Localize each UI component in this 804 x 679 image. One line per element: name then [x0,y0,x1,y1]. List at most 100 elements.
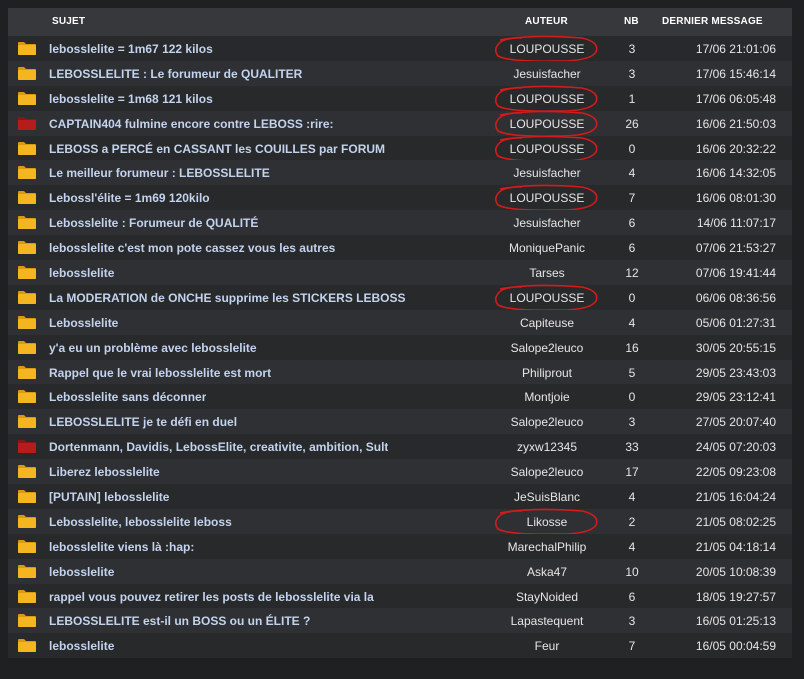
topic-row[interactable]: [PUTAIN] lebosslelite JeSuisBlanc 4 21/05 1… [8,484,792,509]
topic-subject-link[interactable]: Lebossl'élite = 1m69 120kilo [49,191,210,205]
topic-author[interactable]: MoniquePanic [496,241,598,255]
topic-last-message-date[interactable]: 27/05 20:07:40 [656,415,776,429]
topic-row[interactable]: La MODERATION de ONCHE supprime les STIC… [8,284,792,311]
topic-last-message-date[interactable]: 16/05 00:04:59 [656,639,776,653]
topic-subject-link[interactable]: lebosslelite = 1m68 121 kilos [49,92,213,106]
topic-last-message-date[interactable]: 24/05 07:20:03 [656,440,776,454]
topic-subject-link[interactable]: Lebosslelite sans déconner [49,390,206,404]
topic-row[interactable]: lebosslelite Feur 7 16/05 00:04:59 [8,633,792,659]
topic-last-message-date[interactable]: 14/06 11:07:17 [656,216,776,230]
topic-author[interactable]: zyxw12345 [496,440,598,454]
topic-last-message-date[interactable]: 16/05 01:25:13 [656,614,776,628]
topic-subject-link[interactable]: lebosslelite viens là :hap: [49,540,194,554]
topic-row[interactable]: Lebossl'élite = 1m69 120kilo LOUPOUSSE 7 16… [8,184,792,212]
topic-row[interactable]: Lebosslelite sans déconner Montjoie 0 29/05… [8,384,792,410]
topic-subject-link[interactable]: lebosslelite [49,639,114,653]
topic-row[interactable]: Lebosslelite, lebosslelite leboss Likosse… [8,508,792,535]
topic-last-message-date[interactable]: 22/05 09:23:08 [656,465,776,479]
topic-last-message-date[interactable]: 17/06 06:05:48 [656,92,776,106]
topic-subject-link[interactable]: lebosslelite = 1m67 122 kilos [49,42,213,56]
topic-row[interactable]: lebosslelite Tarses 12 07/06 19:41:44 [8,260,792,285]
topic-author[interactable]: Lapastequent [496,614,598,628]
topic-last-message-date[interactable]: 30/05 20:55:15 [656,341,776,355]
topic-row[interactable]: Liberez lebosslelite Salope2leuco 17 22/05 … [8,459,792,485]
topic-author[interactable]: Salope2leuco [496,341,598,355]
topic-author[interactable]: Likosse [496,515,598,529]
topic-author[interactable]: Salope2leuco [496,415,598,429]
topic-subject-link[interactable]: y'a eu un problème avec lebosslelite [49,341,257,355]
topic-last-message-date[interactable]: 16/06 08:01:30 [656,191,776,205]
topic-subject-link[interactable]: Lebosslelite [49,316,118,330]
topic-last-message-date[interactable]: 17/06 15:46:14 [656,67,776,81]
topic-last-message-date[interactable]: 29/05 23:12:41 [656,390,776,404]
topic-row[interactable]: lebosslelite viens là :hap: MarechalPhili… [8,533,792,559]
topic-subject-link[interactable]: LEBOSSLELITE je te défi en duel [49,415,237,429]
topic-subject-link[interactable]: LEBOSS a PERCÉ en CASSANT les COUILLES p… [49,142,385,156]
topic-subject-link[interactable]: Lebosslelite, lebosslelite leboss [49,515,232,529]
topic-row[interactable]: Le meilleur forumeur : LEBOSSLELITE Jesui… [8,160,792,186]
topic-subject-link[interactable]: Dortenmann, Davidis, LebossElite, creati… [49,440,388,454]
topic-author[interactable]: JeSuisBlanc [496,490,598,504]
topic-subject-link[interactable]: lebosslelite c'est mon pote cassez vous … [49,241,335,255]
topic-author[interactable]: MarechalPhilip [496,540,598,554]
topic-author[interactable]: LOUPOUSSE [496,291,598,305]
topic-last-message-date[interactable]: 20/05 10:08:39 [656,565,776,579]
topic-author[interactable]: StayNoided [496,590,598,604]
topic-row[interactable]: Dortenmann, Davidis, LebossElite, creati… [8,434,792,460]
topic-author[interactable]: Salope2leuco [496,465,598,479]
topic-subject-link[interactable]: Liberez lebosslelite [49,465,160,479]
topic-last-message-date[interactable]: 05/06 01:27:31 [656,316,776,330]
topic-author[interactable]: LOUPOUSSE [496,142,598,156]
topic-row[interactable]: lebosslelite = 1m68 121 kilos LOUPOUSSE 1 1… [8,85,792,112]
topic-row[interactable]: LEBOSS a PERCÉ en CASSANT les COUILLES p… [8,135,792,162]
topic-subject-link[interactable]: La MODERATION de ONCHE supprime les STIC… [49,291,406,305]
topic-author[interactable]: Capiteuse [496,316,598,330]
topic-row[interactable]: Lebosslelite : Forumeur de QUALITÉ Jesuis… [8,210,792,236]
topic-row[interactable]: y'a eu un problème avec lebosslelite Salo… [8,334,792,360]
topic-last-message-date[interactable]: 18/05 19:27:57 [656,590,776,604]
topic-last-message-date[interactable]: 21/05 04:18:14 [656,540,776,554]
topic-row[interactable]: LEBOSSLELITE : Le forumeur de QUALITER Je… [8,60,792,86]
topic-last-message-date[interactable]: 17/06 21:01:06 [656,42,776,56]
topic-author[interactable]: Feur [496,639,598,653]
topic-author[interactable]: LOUPOUSSE [496,92,598,106]
topic-last-message-date[interactable]: 29/05 23:43:03 [656,366,776,380]
topic-subject-link[interactable]: Lebosslelite : Forumeur de QUALITÉ [49,216,258,230]
topic-last-message-date[interactable]: 21/05 08:02:25 [656,515,776,529]
topic-last-message-date[interactable]: 06/06 08:36:56 [656,291,776,305]
topic-last-message-date[interactable]: 16/06 20:32:22 [656,142,776,156]
topic-author[interactable]: Philiprout [496,366,598,380]
topic-author[interactable]: Jesuisfacher [496,216,598,230]
topic-row[interactable]: LEBOSSLELITE je te défi en duel Salope2le… [8,409,792,435]
topic-subject-link[interactable]: lebosslelite [49,266,114,280]
topic-author[interactable]: Jesuisfacher [496,166,598,180]
topic-row[interactable]: lebosslelite c'est mon pote cassez vous … [8,235,792,261]
topic-author[interactable]: Aska47 [496,565,598,579]
topic-row[interactable]: lebosslelite Aska47 10 20/05 10:08:39 [8,558,792,584]
topic-subject-link[interactable]: CAPTAIN404 fulmine encore contre LEBOSS … [49,117,334,131]
topic-author[interactable]: Jesuisfacher [496,67,598,81]
topic-row[interactable]: rappel vous pouvez retirer les posts de … [8,583,792,609]
topic-last-message-date[interactable]: 16/06 14:32:05 [656,166,776,180]
topic-last-message-date[interactable]: 07/06 19:41:44 [656,266,776,280]
topic-subject-link[interactable]: Le meilleur forumeur : LEBOSSLELITE [49,166,270,180]
topic-author[interactable]: LOUPOUSSE [496,117,598,131]
topic-row[interactable]: LEBOSSLELITE est-il un BOSS ou un ÉLITE … [8,608,792,634]
topic-last-message-date[interactable]: 21/05 16:04:24 [656,490,776,504]
topic-row[interactable]: Lebosslelite Capiteuse 4 05/06 01:27:31 [8,309,792,335]
topic-author[interactable]: Montjoie [496,390,598,404]
topic-subject-link[interactable]: LEBOSSLELITE : Le forumeur de QUALITER [49,67,302,81]
topic-subject-link[interactable]: [PUTAIN] lebosslelite [49,490,169,504]
topic-row[interactable]: lebosslelite = 1m67 122 kilos LOUPOUSSE 3 1… [8,35,792,62]
topic-author[interactable]: LOUPOUSSE [496,42,598,56]
topic-last-message-date[interactable]: 16/06 21:50:03 [656,117,776,131]
topic-subject-link[interactable]: LEBOSSLELITE est-il un BOSS ou un ÉLITE … [49,614,310,628]
topic-subject-link[interactable]: Rappel que le vrai lebosslelite est mort [49,366,271,380]
topic-author[interactable]: Tarses [496,266,598,280]
topic-row[interactable]: Rappel que le vrai lebosslelite est mort… [8,359,792,385]
topic-subject-link[interactable]: lebosslelite [49,565,114,579]
topic-subject-link[interactable]: rappel vous pouvez retirer les posts de … [49,590,374,604]
topic-author[interactable]: LOUPOUSSE [496,191,598,205]
topic-last-message-date[interactable]: 07/06 21:53:27 [656,241,776,255]
topic-row[interactable]: CAPTAIN404 fulmine encore contre LEBOSS … [8,110,792,137]
